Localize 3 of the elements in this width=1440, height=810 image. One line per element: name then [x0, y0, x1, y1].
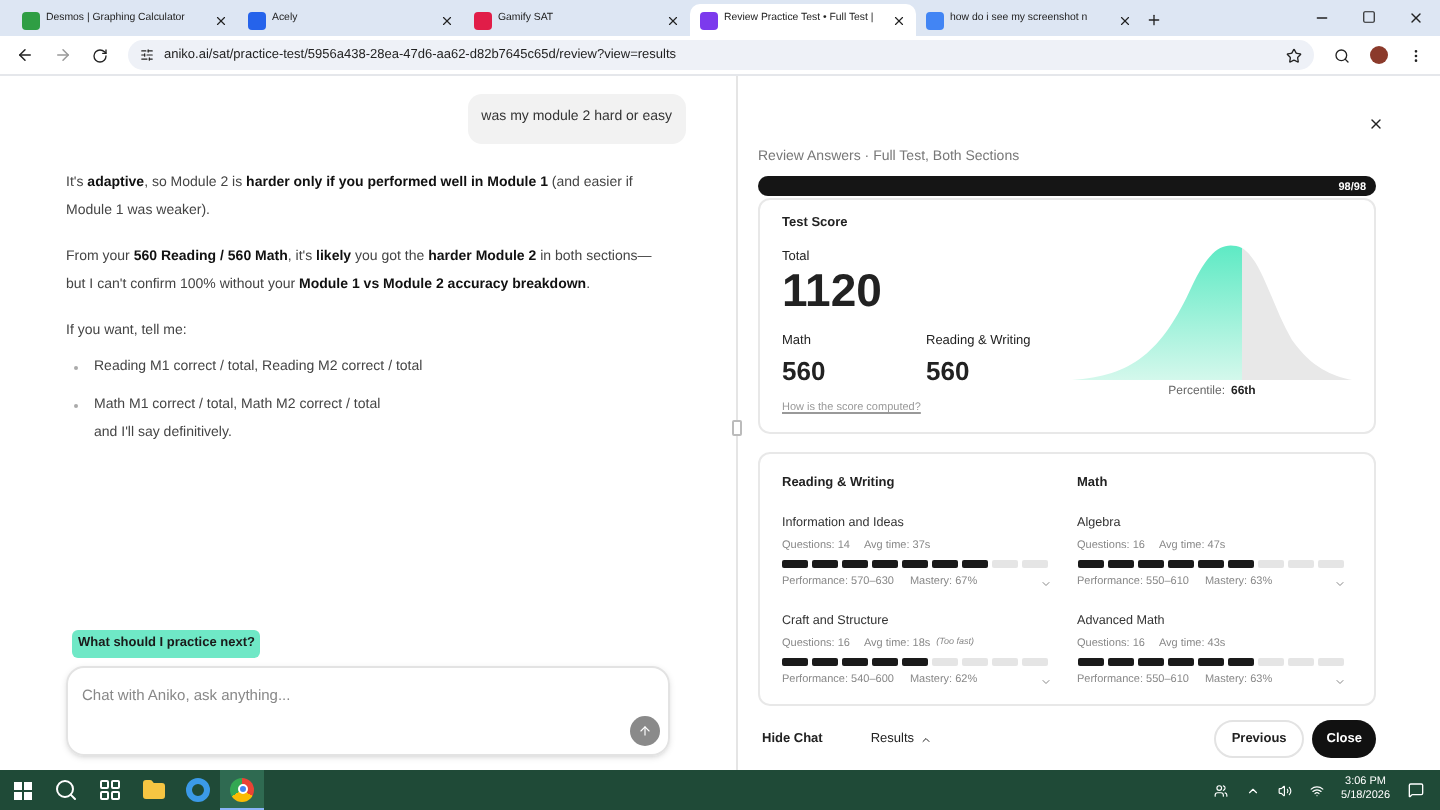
section-score: 560 [926, 355, 972, 388]
section-score: 560 [782, 355, 828, 388]
total-score: 1120 [782, 266, 884, 314]
